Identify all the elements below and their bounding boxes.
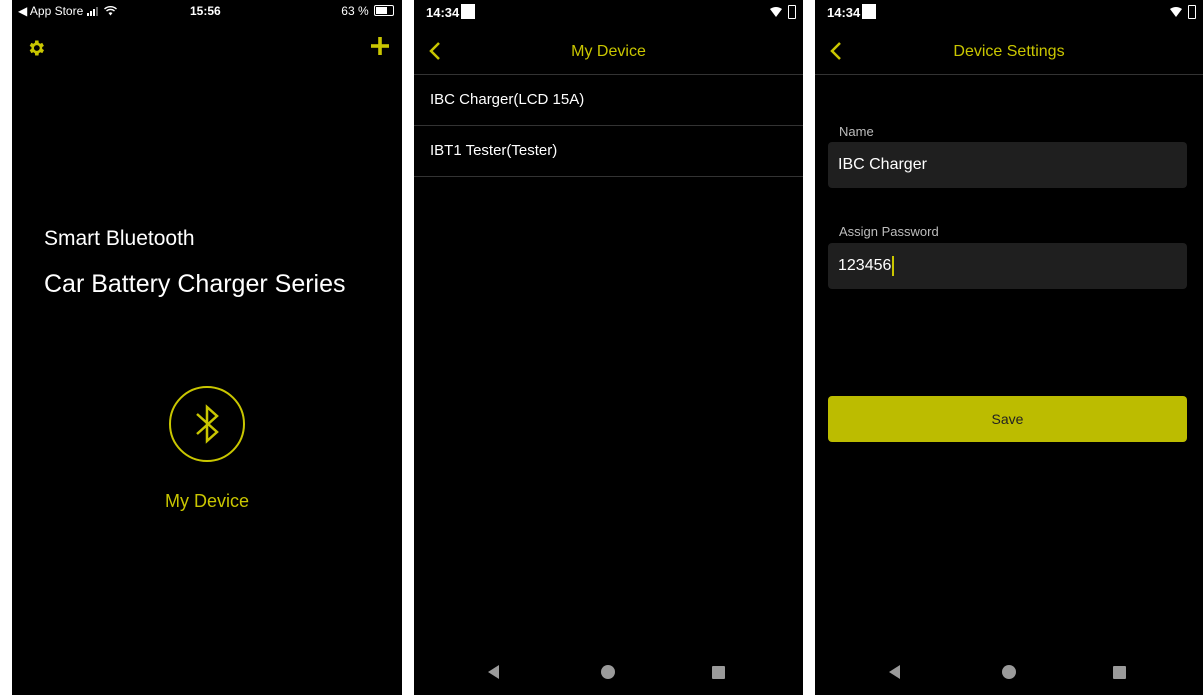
status-bar: 14:34 — [414, 0, 803, 24]
name-label: Name — [839, 124, 874, 139]
my-device-screen: 14:34 My Device IBC Charger(LCD 15A) IBT… — [414, 0, 803, 695]
name-field[interactable]: IBC Charger — [828, 142, 1187, 188]
device-item-ibt1-tester[interactable]: IBT1 Tester(Tester) — [414, 126, 803, 177]
android-nav-bar — [815, 649, 1203, 695]
app-title: Car Battery Charger Series — [44, 270, 346, 298]
nav-recent-icon[interactable] — [712, 666, 725, 679]
wifi-icon — [770, 7, 782, 17]
android-nav-bar — [414, 649, 803, 695]
device-list: IBC Charger(LCD 15A) IBT1 Tester(Tester) — [414, 75, 803, 177]
status-time: 14:34 — [827, 5, 861, 20]
my-device-link[interactable]: My Device — [12, 491, 402, 512]
status-time: 15:56 — [190, 4, 221, 18]
nav-back-icon[interactable] — [889, 665, 900, 679]
header: Device Settings — [815, 30, 1203, 75]
page-title: My Device — [571, 43, 646, 60]
notification-icon — [862, 4, 876, 19]
status-bar: 14:34 — [815, 0, 1203, 24]
app-subtitle: Smart Bluetooth — [44, 227, 195, 250]
nav-home-icon[interactable] — [601, 665, 615, 679]
battery-icon — [374, 5, 394, 16]
password-label: Assign Password — [839, 224, 939, 239]
nav-home-icon[interactable] — [1002, 665, 1016, 679]
notification-icon — [461, 4, 475, 19]
wifi-icon — [1170, 7, 1182, 17]
gear-icon[interactable] — [26, 38, 46, 58]
save-button[interactable]: Save — [828, 396, 1187, 442]
home-screen: ◀ App Store 15:56 63 % Smart Bluetooth C… — [12, 0, 402, 695]
page-title: Device Settings — [953, 43, 1065, 60]
password-field[interactable]: 123456 — [828, 243, 1187, 289]
device-item-ibc-charger[interactable]: IBC Charger(LCD 15A) — [414, 75, 803, 126]
nav-recent-icon[interactable] — [1113, 666, 1126, 679]
status-time: 14:34 — [426, 5, 460, 20]
status-battery: 63 % — [341, 4, 394, 18]
plus-icon[interactable] — [370, 36, 390, 56]
password-value: 123456 — [838, 257, 892, 274]
status-carrier[interactable]: ◀ App Store — [18, 4, 117, 18]
bluetooth-icon — [196, 404, 219, 444]
signal-icon — [86, 7, 98, 16]
wifi-icon — [104, 6, 117, 16]
battery-icon — [1188, 5, 1196, 19]
nav-back-icon[interactable] — [488, 665, 499, 679]
bluetooth-button[interactable] — [169, 386, 245, 462]
battery-icon — [788, 5, 796, 19]
name-value: IBC Charger — [838, 156, 927, 173]
text-cursor — [892, 255, 894, 276]
header: My Device — [414, 30, 803, 75]
status-bar: ◀ App Store 15:56 63 % — [12, 0, 402, 22]
device-settings-screen: 14:34 Device Settings Name IBC Charger A… — [815, 0, 1203, 695]
